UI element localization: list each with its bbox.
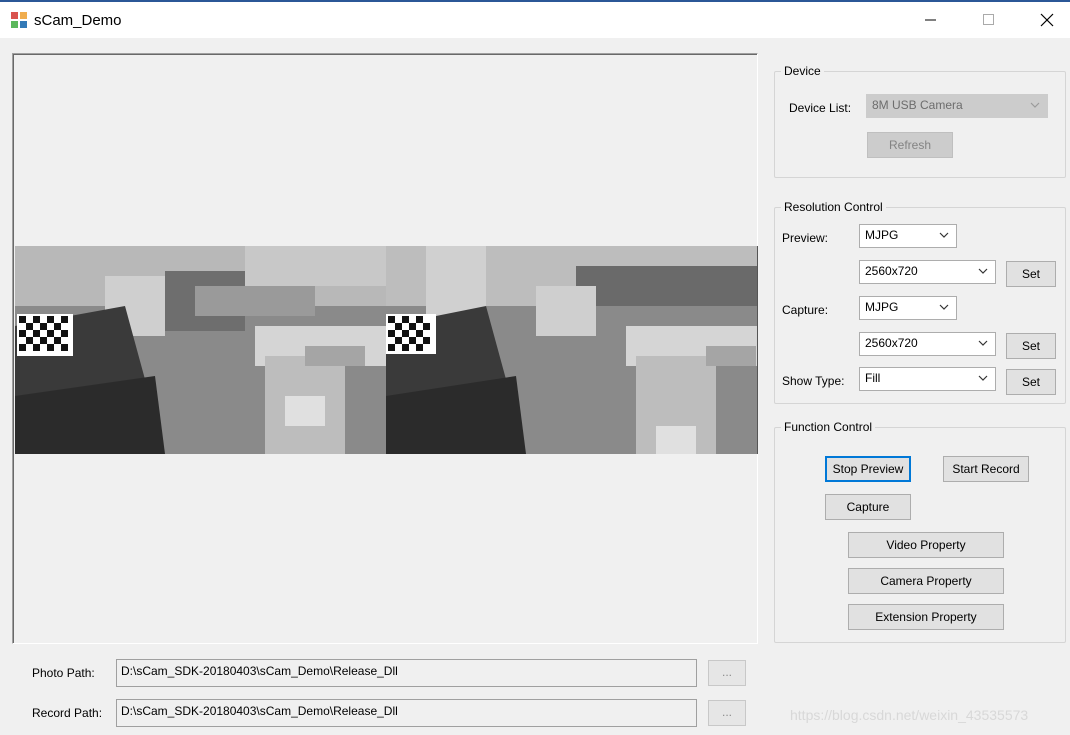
close-icon (1040, 13, 1054, 27)
capture-set-button[interactable]: Set (1006, 333, 1056, 359)
device-group-title: Device (781, 64, 824, 78)
preview-format-select[interactable]: MJPG (859, 224, 957, 248)
resolution-control-group: Resolution Control Preview: MJPG 2560x72… (774, 200, 1066, 404)
photo-path-label: Photo Path: (32, 666, 95, 680)
minimize-icon (925, 19, 936, 21)
stop-preview-button[interactable]: Stop Preview (825, 456, 911, 482)
function-control-title: Function Control (781, 420, 876, 434)
chevron-down-icon (978, 340, 988, 346)
show-type-select[interactable]: Fill (859, 367, 996, 391)
right-camera-view (386, 246, 757, 454)
photo-path-browse-button[interactable]: ... (708, 660, 746, 686)
capture-button[interactable]: Capture (825, 494, 911, 520)
record-path-browse-button[interactable]: ... (708, 700, 746, 726)
preview-size-value: 2560x720 (865, 264, 918, 278)
chevron-down-icon (978, 375, 988, 381)
window-title: sCam_Demo (34, 12, 122, 29)
capture-size-value: 2560x720 (865, 336, 918, 350)
device-list-select[interactable]: 8M USB Camera (866, 94, 1048, 118)
record-path-label: Record Path: (32, 706, 103, 720)
video-property-button[interactable]: Video Property (848, 532, 1004, 558)
refresh-button[interactable]: Refresh (867, 132, 953, 158)
device-list-value: 8M USB Camera (872, 98, 963, 112)
show-type-label: Show Type: (782, 374, 845, 388)
chevron-down-icon (1030, 102, 1040, 108)
title-bar: sCam_Demo (0, 0, 1070, 38)
photo-path-field[interactable]: D:\sCam_SDK-20180403\sCam_Demo\Release_D… (116, 659, 697, 687)
app-icon (11, 12, 27, 28)
close-button[interactable] (1024, 2, 1070, 38)
camera-property-button[interactable]: Camera Property (848, 568, 1004, 594)
preview-label: Preview: (782, 231, 829, 245)
watermark-text: https://blog.csdn.net/weixin_43535573 (790, 707, 1029, 723)
preview-set-button[interactable]: Set (1006, 261, 1056, 287)
preview-panel (12, 53, 758, 644)
show-type-set-button[interactable]: Set (1006, 369, 1056, 395)
capture-label: Capture: (782, 303, 829, 317)
preview-size-select[interactable]: 2560x720 (859, 260, 996, 284)
capture-format-value: MJPG (865, 300, 899, 314)
left-camera-view (15, 246, 386, 454)
function-control-group: Function Control Stop Preview Start Reco… (774, 420, 1066, 643)
camera-preview-image (15, 246, 758, 454)
preview-format-value: MJPG (865, 228, 899, 242)
maximize-button[interactable] (966, 2, 1012, 38)
show-type-value: Fill (865, 371, 881, 385)
minimize-button[interactable] (908, 2, 954, 38)
resolution-control-title: Resolution Control (781, 200, 886, 214)
chevron-down-icon (978, 268, 988, 274)
capture-size-select[interactable]: 2560x720 (859, 332, 996, 356)
capture-format-select[interactable]: MJPG (859, 296, 957, 320)
device-group: Device Device List: 8M USB Camera Refres… (774, 64, 1066, 178)
chevron-down-icon (939, 232, 949, 238)
chevron-down-icon (939, 304, 949, 310)
start-record-button[interactable]: Start Record (943, 456, 1029, 482)
maximize-icon (983, 14, 994, 25)
record-path-field[interactable]: D:\sCam_SDK-20180403\sCam_Demo\Release_D… (116, 699, 697, 727)
extension-property-button[interactable]: Extension Property (848, 604, 1004, 630)
device-list-label: Device List: (789, 101, 852, 115)
